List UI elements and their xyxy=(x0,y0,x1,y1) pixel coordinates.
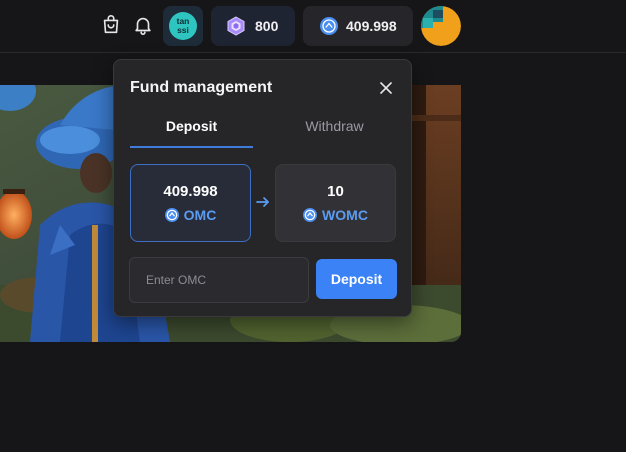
from-amount: 409.998 xyxy=(163,183,218,200)
from-token: OMC xyxy=(164,207,217,223)
active-tab-indicator xyxy=(130,146,253,148)
omc-coin-icon xyxy=(320,17,338,40)
wallet-balance-button[interactable]: 409.998 xyxy=(303,6,413,46)
tab-withdraw[interactable]: Withdraw xyxy=(273,118,396,134)
amount-input[interactable] xyxy=(129,257,309,303)
from-token-card[interactable]: 409.998 OMC xyxy=(130,164,251,242)
bell-icon[interactable] xyxy=(129,10,157,40)
arrow-right-icon xyxy=(255,195,271,209)
to-amount: 10 xyxy=(327,183,344,200)
tanssi-logo-icon: tan ssi xyxy=(169,12,197,40)
wallet-balance: 409.998 xyxy=(346,18,397,34)
gem-balance-button[interactable]: 800 xyxy=(211,6,295,46)
to-token-label: WOMC xyxy=(322,207,368,223)
close-icon[interactable] xyxy=(378,80,394,96)
womc-coin-icon xyxy=(303,208,318,222)
tab-deposit[interactable]: Deposit xyxy=(130,118,253,134)
omc-coin-icon xyxy=(164,208,179,222)
tanssi-network-button[interactable]: tan ssi xyxy=(163,6,203,46)
from-token-label: OMC xyxy=(183,207,217,223)
dialog-title: Fund management xyxy=(130,79,273,96)
deposit-button[interactable]: Deposit xyxy=(316,259,397,299)
fund-management-dialog: Fund management Deposit Withdraw 409.998… xyxy=(113,59,412,317)
tanssi-logo-text-bottom: ssi xyxy=(177,25,189,35)
shopping-bag-icon[interactable] xyxy=(97,10,125,40)
to-token: WOMC xyxy=(303,207,368,223)
top-bar: tan ssi 800 409.998 xyxy=(0,0,626,53)
avatar[interactable] xyxy=(421,6,461,46)
gem-count: 800 xyxy=(255,18,279,34)
to-token-card[interactable]: 10 WOMC xyxy=(275,164,396,242)
gem-icon xyxy=(226,16,246,41)
